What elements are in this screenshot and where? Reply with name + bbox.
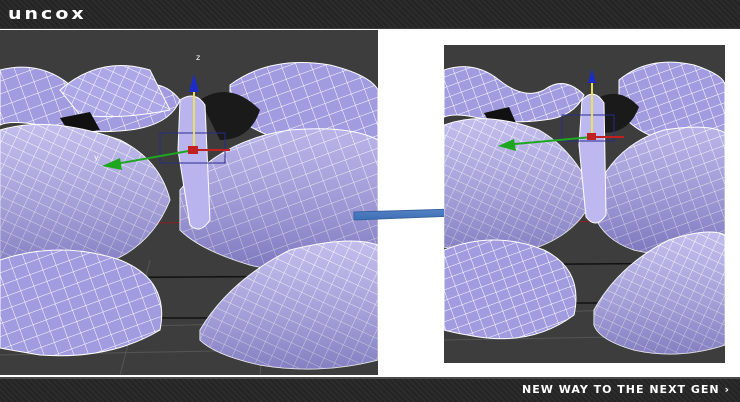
gizmo-label-z: z bbox=[196, 53, 200, 62]
viewport-before[interactable]: z y bbox=[0, 30, 378, 375]
gizmo-label-y: y bbox=[94, 153, 99, 162]
header-bar: uncox bbox=[0, 0, 740, 29]
mesh-render-after bbox=[444, 61, 725, 355]
mesh-render-before: z y bbox=[0, 53, 378, 375]
tagline-link[interactable]: NEW WAY TO THE NEXT GEN › bbox=[522, 383, 730, 396]
brand-logo[interactable]: uncox bbox=[8, 6, 87, 23]
footer-bar: NEW WAY TO THE NEXT GEN › bbox=[0, 377, 740, 402]
viewport-after[interactable] bbox=[444, 45, 725, 363]
